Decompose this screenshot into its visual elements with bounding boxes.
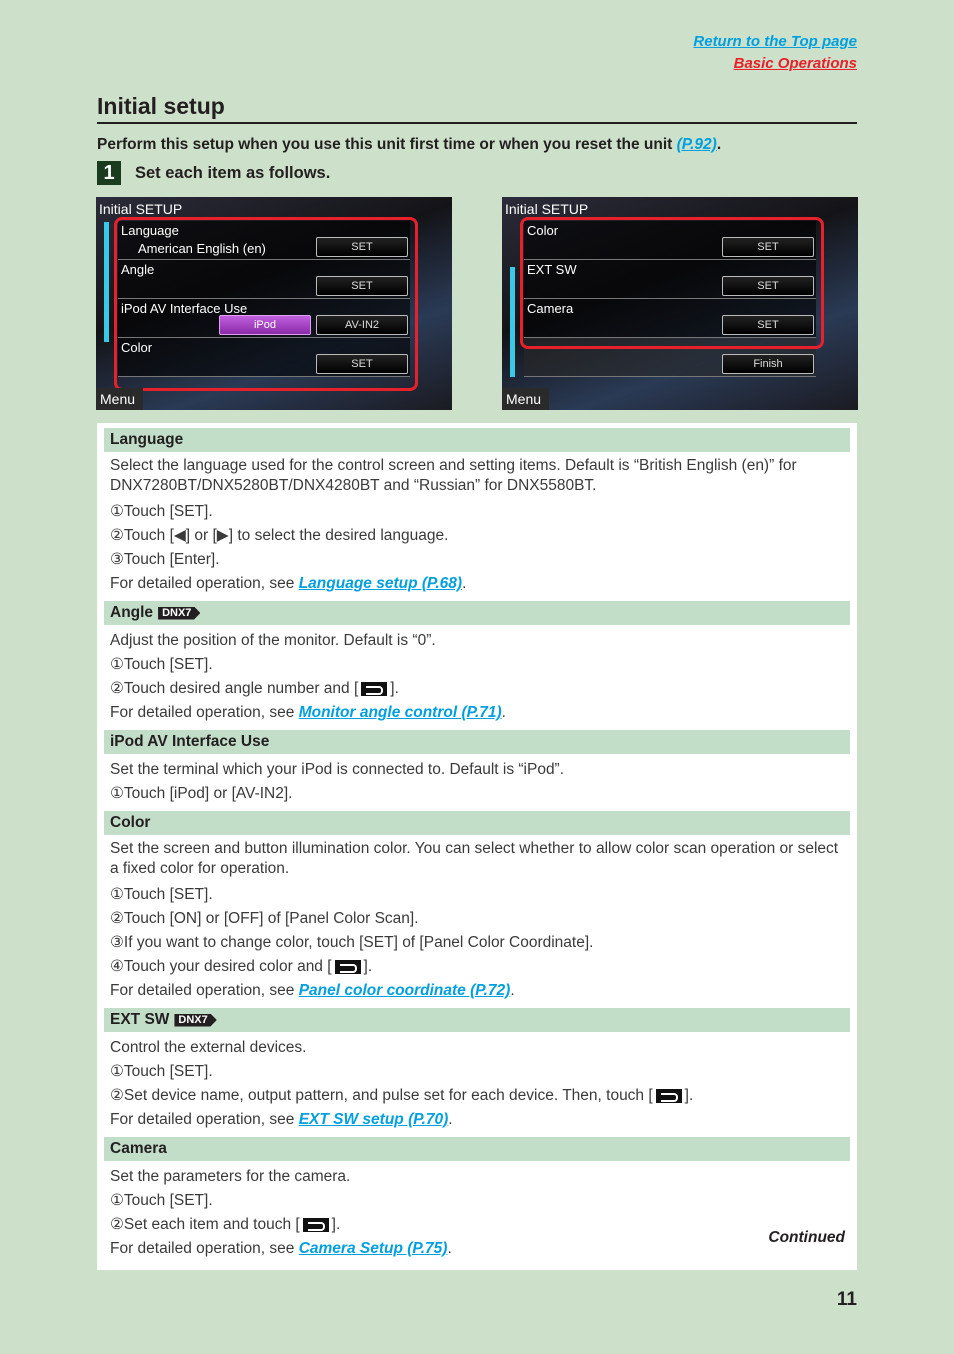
see-text: For detailed operation, see (110, 1240, 299, 1257)
step-item: ②Touch desired angle number and []. (110, 677, 844, 701)
section-body-ext-sw: Control the external devices. ①Touch [SE… (97, 1032, 857, 1132)
scrollbar (510, 267, 515, 377)
panel-color-link[interactable]: Panel color coordinate (P.72) (299, 982, 511, 999)
screen-title: Initial SETUP (99, 201, 183, 217)
step-text: ②Set device name, output pattern, and pu… (110, 1087, 653, 1104)
step-text: Set each item as follows. (135, 163, 331, 182)
section-header-ipod: iPod AV Interface Use (104, 730, 850, 754)
screenshot-initial-setup-2: Initial SETUP Color SET EXT SW SET Camer… (502, 197, 858, 410)
see-text: For detailed operation, see (110, 575, 299, 592)
description: Set the screen and button illumination c… (110, 840, 839, 877)
step-text-end: ]. (390, 680, 399, 697)
section-title: Color (110, 814, 151, 831)
section-body-color: Set the screen and button illumination c… (97, 835, 857, 1003)
see-also: For detailed operation, see Camera Setup… (110, 1240, 452, 1257)
step-text-end: ]. (363, 958, 373, 975)
camera-setup-link[interactable]: Camera Setup (P.75) (299, 1240, 448, 1257)
section-header-color: Color (104, 811, 850, 835)
return-icon (334, 959, 361, 974)
step-text: ②Set each item and touch [ (110, 1216, 300, 1233)
highlight-frame (114, 217, 418, 391)
screenshot-initial-setup-1: Initial SETUP Language American English … (96, 197, 452, 410)
intro-text: Perform this setup when you use this uni… (97, 136, 721, 154)
see-text: For detailed operation, see (110, 982, 299, 999)
see-also: For detailed operation, see EXT SW setup… (110, 1111, 453, 1128)
step-item: ①Touch [SET]. (110, 656, 213, 673)
return-top-link[interactable]: Return to the Top page (693, 31, 857, 53)
return-icon (655, 1088, 682, 1103)
section-title: Language (110, 431, 184, 448)
step-item: ①Touch [SET]. (110, 1063, 213, 1080)
see-text: For detailed operation, see (110, 704, 299, 721)
section-body-angle: Adjust the position of the monitor. Defa… (97, 625, 857, 725)
description: Select the language used for the control… (110, 457, 797, 494)
section-title: EXT SW (110, 1011, 170, 1028)
finish-button[interactable]: Finish (722, 354, 814, 374)
menu-button[interactable]: Menu (502, 388, 549, 410)
section-header-angle: Angle DNX7 (104, 601, 850, 625)
model-tag: DNX7 (158, 606, 201, 620)
description: Adjust the position of the monitor. Defa… (110, 632, 436, 649)
step-1: 1 Set each item as follows. (97, 161, 330, 185)
step-text: ②Touch desired angle number and [ (110, 680, 359, 697)
monitor-angle-link[interactable]: Monitor angle control (P.71) (299, 704, 502, 721)
return-icon (302, 1217, 329, 1232)
step-item: ②Touch [ON] or [OFF] of [Panel Color Sca… (110, 910, 419, 927)
section-header-language: Language (104, 428, 850, 452)
language-setup-link[interactable]: Language setup (P.68) (299, 575, 462, 592)
model-tag: DNX7 (174, 1013, 217, 1027)
description: Set the terminal which your iPod is conn… (110, 761, 565, 778)
page-number: 11 (836, 1289, 857, 1310)
step-item: ①Touch [SET]. (110, 1192, 213, 1209)
step-item: ①Touch [SET]. (110, 503, 213, 520)
intro-body: Perform this setup when you use this uni… (97, 136, 677, 153)
page-title: Initial setup (97, 93, 857, 124)
step-item: ①Touch [SET]. (110, 886, 213, 903)
see-also: For detailed operation, see Language set… (110, 575, 467, 592)
reset-link[interactable]: (P.92) (677, 136, 717, 153)
step-text: ④Touch your desired color and [ (110, 958, 332, 975)
intro-end: . (716, 136, 722, 153)
highlight-frame (520, 217, 824, 349)
section-body-camera: Set the parameters for the camera. ①Touc… (97, 1161, 857, 1261)
section-title: Angle (110, 604, 154, 621)
section-header-ext-sw: EXT SW DNX7 (104, 1008, 850, 1032)
step-item: ①Touch [iPod] or [AV-IN2]. (110, 785, 293, 802)
continued-label: Continued (768, 1229, 845, 1246)
step-item: ④Touch your desired color and []. (110, 955, 844, 979)
description: Control the external devices. (110, 1039, 307, 1056)
menu-button[interactable]: Menu (96, 388, 143, 410)
return-icon (361, 681, 388, 696)
step-item: ②Set device name, output pattern, and pu… (110, 1084, 844, 1108)
section-body-ipod: Set the terminal which your iPod is conn… (97, 754, 857, 806)
step-text-end: ]. (331, 1216, 341, 1233)
see-text: For detailed operation, see (110, 1111, 299, 1128)
step-item: ②Set each item and touch []. (110, 1213, 844, 1237)
see-also: For detailed operation, see Panel color … (110, 982, 515, 999)
section-title: Camera (110, 1140, 167, 1157)
top-nav: Return to the Top page Basic Operations (693, 31, 857, 75)
ext-sw-setup-link[interactable]: EXT SW setup (P.70) (299, 1111, 449, 1128)
scrollbar (104, 222, 109, 342)
see-also: For detailed operation, see Monitor angl… (110, 704, 506, 721)
section-title: iPod AV Interface Use (110, 733, 270, 750)
screen-title: Initial SETUP (505, 201, 589, 217)
step-item: ②Touch [◀] or [▶] to select the desired … (110, 527, 449, 544)
basic-operations-link[interactable]: Basic Operations (693, 53, 857, 75)
step-item: ③If you want to change color, touch [SET… (110, 934, 594, 951)
step-text-end: ]. (684, 1087, 694, 1104)
step-number: 1 (97, 161, 121, 185)
section-header-camera: Camera (104, 1137, 850, 1161)
settings-description-box: Language Select the language used for th… (97, 423, 857, 1270)
description: Set the parameters for the camera. (110, 1168, 351, 1185)
step-item: ③Touch [Enter]. (110, 551, 220, 568)
section-body-language: Select the language used for the control… (97, 452, 857, 596)
